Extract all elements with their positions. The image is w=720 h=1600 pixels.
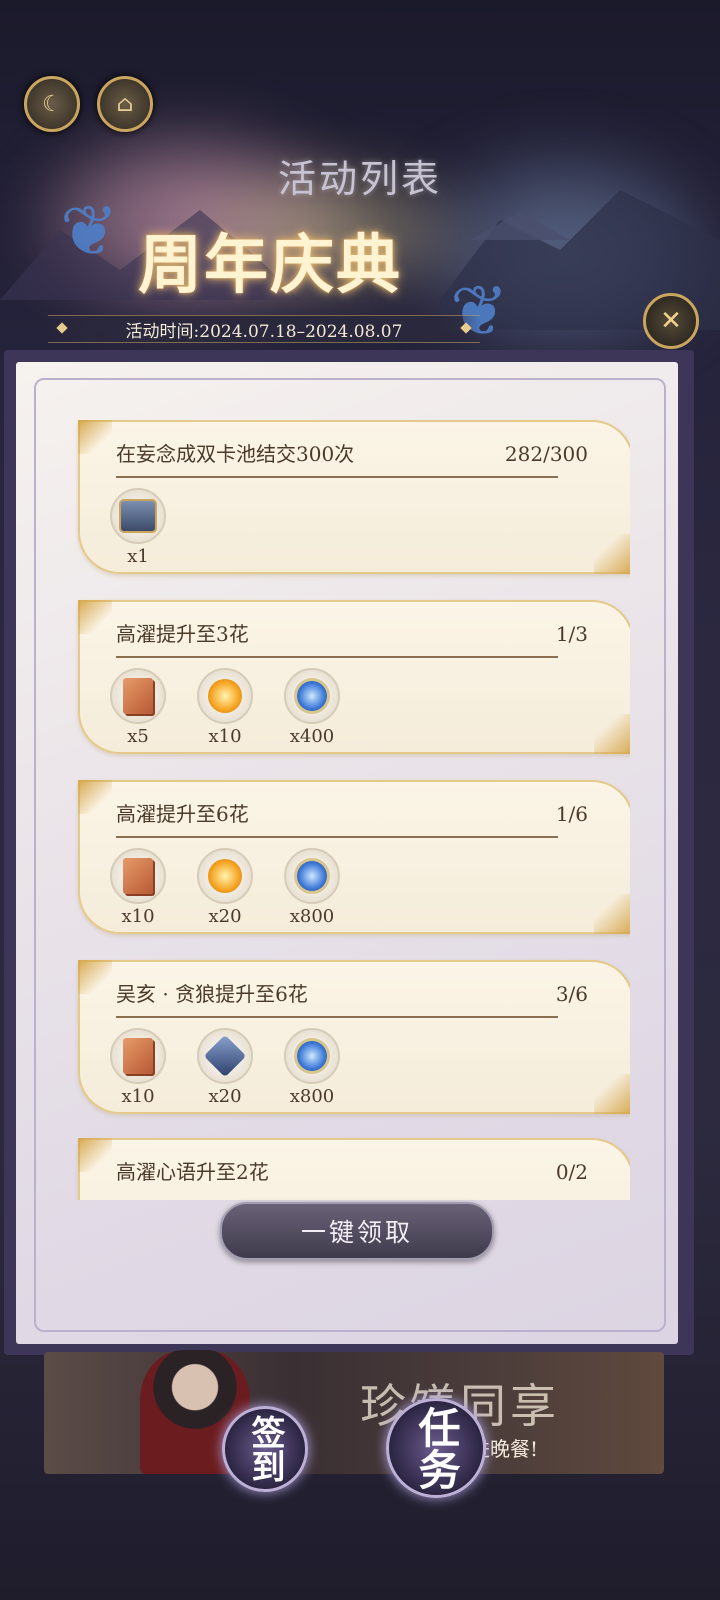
reward-item[interactable]: x800 — [284, 1028, 340, 1107]
back-icon[interactable]: ☾ — [24, 76, 80, 132]
task-progress: 1/3 — [555, 622, 588, 646]
reward-item[interactable]: x20 — [197, 1028, 253, 1107]
butterfly-decoration: ❦ — [60, 190, 119, 272]
blue-orb-icon — [284, 1028, 340, 1084]
reward-quantity: x400 — [289, 726, 335, 747]
reward-item[interactable]: x10 — [110, 1028, 166, 1107]
reward-item[interactable]: x1 — [110, 488, 166, 567]
limited-card-icon — [110, 668, 166, 724]
task-card: 吴亥 · 贪狼提升至6花 3/6 x10 x20 x800 — [78, 960, 630, 1114]
reward-quantity: x20 — [208, 906, 242, 927]
reward-quantity: x20 — [208, 1086, 242, 1107]
limited-card-icon — [110, 848, 166, 904]
diamond-icon — [56, 322, 68, 334]
task-progress: 3/6 — [555, 982, 588, 1006]
reward-quantity: x10 — [208, 726, 242, 747]
sign-in-label: 签到 — [245, 1415, 285, 1483]
diamond-icon — [460, 322, 472, 334]
task-progress: 0/2 — [555, 1160, 588, 1184]
blue-orb-icon — [284, 848, 340, 904]
sign-in-button[interactable]: 签到 — [222, 1406, 308, 1492]
task-title: 高濯提升至3花 — [116, 622, 249, 646]
task-label: 任务 — [412, 1406, 461, 1490]
event-banner[interactable] — [44, 1352, 664, 1474]
treasure-chest-icon — [110, 488, 166, 544]
reward-item[interactable]: x10 — [197, 668, 253, 747]
reward-item[interactable]: x5 — [110, 668, 166, 747]
reward-item[interactable]: x10 — [110, 848, 166, 927]
gold-orb-icon — [197, 848, 253, 904]
close-button[interactable]: ✕ — [643, 293, 699, 349]
reward-quantity: x10 — [121, 906, 155, 927]
reward-item[interactable]: x400 — [284, 668, 340, 747]
dark-crystal-icon — [197, 1028, 253, 1084]
event-period-bar: 活动时间:2024.07.18–2024.08.07 — [48, 315, 480, 343]
reward-quantity: x5 — [127, 726, 149, 747]
divider — [116, 656, 558, 658]
task-progress: 1/6 — [555, 802, 588, 826]
divider — [116, 476, 558, 478]
reward-quantity: x10 — [121, 1086, 155, 1107]
task-card: 高濯提升至6花 1/6 x10 x20 x800 — [78, 780, 630, 934]
divider — [116, 1016, 558, 1018]
reward-quantity: x1 — [127, 546, 149, 567]
event-period: 活动时间:2024.07.18–2024.08.07 — [125, 321, 403, 342]
task-title: 高濯心语升至2花 — [116, 1160, 269, 1184]
gold-orb-icon — [197, 668, 253, 724]
divider — [116, 836, 558, 838]
task-card: 在妄念成双卡池结交300次 282/300 x1 — [78, 420, 630, 574]
pavilion-icon[interactable]: ⌂ — [97, 76, 153, 132]
reward-quantity: x800 — [289, 906, 335, 927]
task-progress: 282/300 — [504, 442, 588, 466]
task-button[interactable]: 任务 — [386, 1398, 486, 1498]
limited-card-icon — [110, 1028, 166, 1084]
task-title: 吴亥 · 贪狼提升至6花 — [116, 982, 308, 1006]
event-list-subtitle: 活动列表 — [277, 157, 442, 201]
reward-quantity: x800 — [289, 1086, 335, 1107]
event-title: 周年庆典 — [138, 228, 402, 303]
task-title: 高濯提升至6花 — [116, 802, 249, 826]
reward-item[interactable]: x800 — [284, 848, 340, 927]
reward-item[interactable]: x20 — [197, 848, 253, 927]
claim-all-button[interactable]: 一键领取 — [220, 1202, 494, 1260]
task-card: 高濯提升至3花 1/3 x5 x10 x400 — [78, 600, 630, 754]
task-card: 高濯心语升至2花 0/2 — [78, 1138, 630, 1200]
blue-orb-icon — [284, 668, 340, 724]
task-title: 在妄念成双卡池结交300次 — [116, 442, 355, 466]
task-list[interactable]: 在妄念成双卡池结交300次 282/300 x1 高濯提升至3花 1/3 x5 … — [70, 420, 630, 1200]
